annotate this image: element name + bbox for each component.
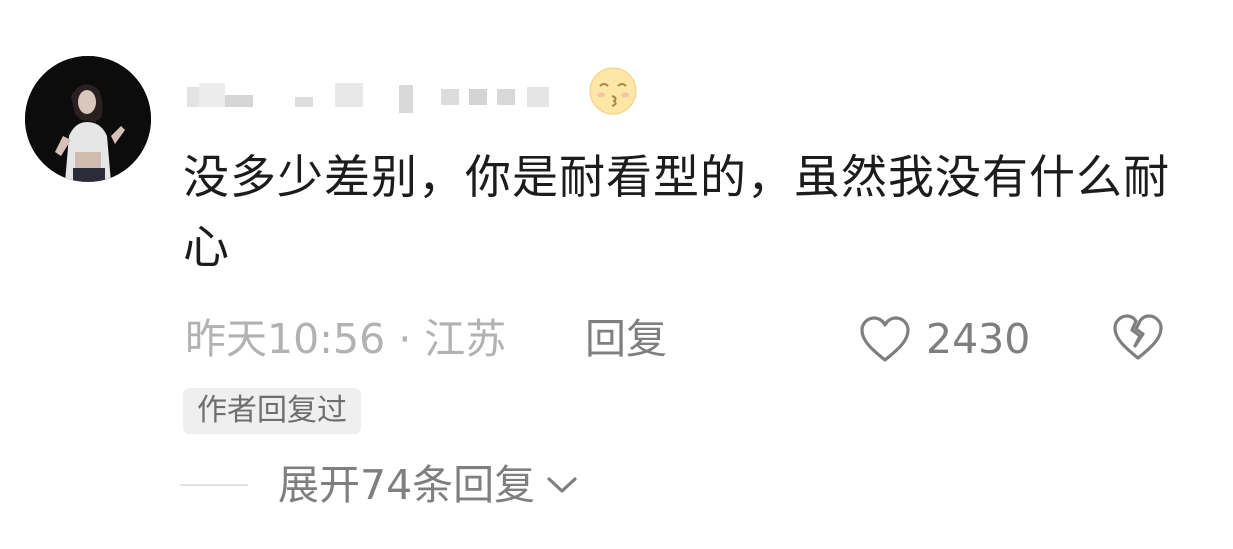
expand-replies-label: 展开74条回复 [278,461,536,509]
like-button[interactable]: 2430 [858,310,1030,368]
dislike-button[interactable] [1110,310,1166,366]
expand-replies-button[interactable]: 展开74条回复 [278,458,579,512]
chevron-down-icon [547,477,577,493]
like-count: 2430 [926,315,1031,363]
heart-outline-icon [860,316,910,362]
comment-time-location: 昨天10:56 · 江苏 [185,315,507,363]
reply-button[interactable]: 回复 [585,312,667,366]
author-replied-badge: 作者回复过 [183,388,361,434]
username-redacted[interactable] [187,73,567,113]
kissing-face-emoji-icon [588,66,638,116]
comment-text: 没多少差别，你是耐看型的，虽然我没有什么耐心 [183,150,1170,274]
avatar[interactable] [25,56,151,182]
broken-heart-icon [1113,314,1163,360]
divider-line [180,484,248,486]
